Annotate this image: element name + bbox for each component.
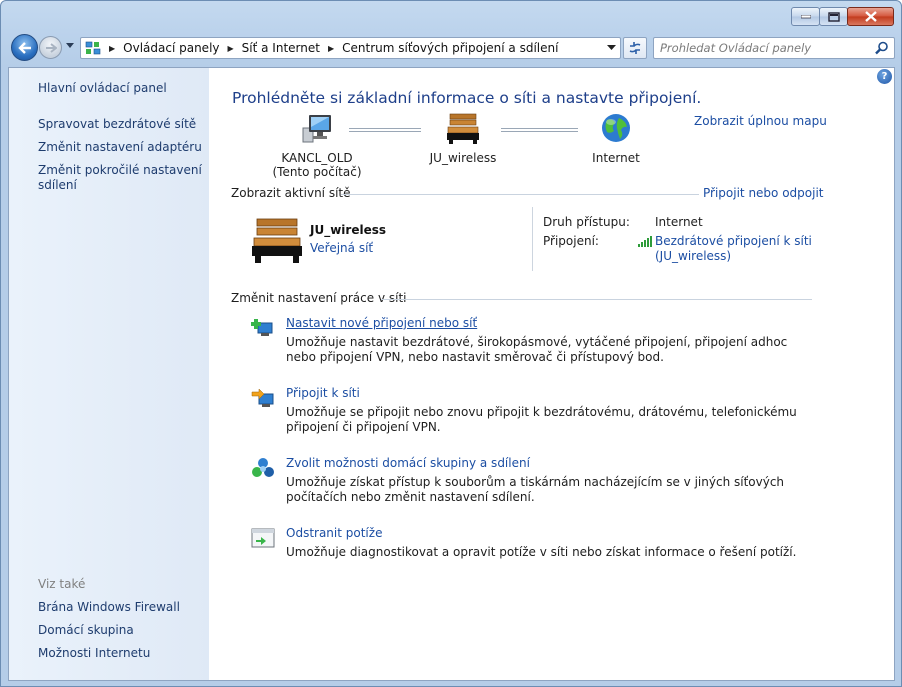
window-controls xyxy=(791,7,894,26)
content-area: Hlavní ovládací panel Spravovat bezdráto… xyxy=(8,67,895,681)
maximize-button[interactable] xyxy=(819,7,848,26)
help-icon[interactable]: ? xyxy=(877,69,892,84)
connect-disconnect-link[interactable]: Připojit nebo odpojit xyxy=(703,186,824,200)
forward-button[interactable] xyxy=(39,36,62,59)
homegroup-icon xyxy=(252,458,274,477)
forward-arrow-icon xyxy=(45,42,57,53)
section-divider xyxy=(341,194,699,195)
task-title-setup-connection[interactable]: Nastavit nové připojení nebo síť xyxy=(286,316,477,330)
network-name: JU_wireless xyxy=(429,151,497,165)
address-bar[interactable]: ▶ Ovládací panely ▶ Síť a Internet ▶ Cen… xyxy=(80,37,621,59)
task-connect-network: Připojit k síti Umožňuje se připojit neb… xyxy=(251,386,811,438)
maximize-icon xyxy=(827,11,840,22)
task-desc: Umožňuje se připojit nebo znovu připojit… xyxy=(286,405,797,434)
task-setup-connection: Nastavit nové připojení nebo síť Umožňuj… xyxy=(251,316,811,368)
section-divider xyxy=(381,299,812,300)
sidebar-item-advanced-sharing[interactable]: Změnit pokročilé nastavení sdílení xyxy=(38,163,206,193)
minimize-icon xyxy=(800,14,811,18)
close-button[interactable] xyxy=(847,7,894,26)
internet-label: Internet xyxy=(592,151,640,165)
breadcrumb-item[interactable]: Centrum síťových připojení a sdílení xyxy=(342,41,558,55)
network-center-icon xyxy=(85,41,101,55)
change-settings-header: Změnit nastavení práce v síti xyxy=(231,291,407,305)
task-desc: Umožňuje diagnostikovat a opravit potíže… xyxy=(286,545,797,559)
connect-network-icon xyxy=(251,388,274,407)
sidebar-item-firewall[interactable]: Brána Windows Firewall xyxy=(38,600,206,615)
search-box xyxy=(653,37,895,59)
full-map-link[interactable]: Zobrazit úplnou mapu xyxy=(694,114,827,128)
breadcrumb: ▶ Ovládací panely ▶ Síť a Internet ▶ Cen… xyxy=(101,41,558,55)
task-title-homegroup[interactable]: Zvolit možnosti domácí skupiny a sdílení xyxy=(286,456,530,470)
computer-name: KANCL_OLD xyxy=(281,151,353,165)
sidebar-item-control-panel-home[interactable]: Hlavní ovládací panel xyxy=(38,81,206,96)
connection-link[interactable]: Bezdrátové připojení k síti (JU_wireless… xyxy=(655,234,812,264)
troubleshoot-icon xyxy=(251,528,275,548)
active-network-name: JU_wireless xyxy=(310,223,387,237)
close-icon xyxy=(864,11,877,22)
map-node-computer[interactable]: KANCL_OLD (Tento počítač) xyxy=(267,112,367,179)
task-desc: Umožňuje získat přístup k souborům a tis… xyxy=(286,475,785,504)
computer-subtitle: (Tento počítač) xyxy=(272,165,362,179)
task-troubleshoot: Odstranit potíže Umožňuje diagnostikovat… xyxy=(251,526,811,566)
search-input[interactable] xyxy=(654,41,864,55)
globe-icon xyxy=(602,114,630,142)
sidebar-item-internet-options[interactable]: Možnosti Internetu xyxy=(38,646,206,661)
active-networks-header: Zobrazit aktivní sítě xyxy=(231,186,351,200)
page-title: Prohlédněte si základní informace o síti… xyxy=(232,89,702,107)
minimize-button[interactable] xyxy=(791,7,820,26)
map-node-network[interactable]: JU_wireless xyxy=(413,112,513,165)
computer-icon xyxy=(302,115,331,143)
vertical-divider xyxy=(532,207,533,271)
task-desc: Umožňuje nastavit bezdrátové, širokopásm… xyxy=(286,335,788,364)
sidebar-item-homegroup[interactable]: Domácí skupina xyxy=(38,623,206,638)
sidebar-item-adapter-settings[interactable]: Změnit nastavení adaptéru xyxy=(38,140,206,155)
see-also-label: Viz také xyxy=(38,577,86,591)
search-icon[interactable] xyxy=(875,41,889,55)
map-connection-line xyxy=(349,128,421,132)
connection-link-line2[interactable]: (JU_wireless) xyxy=(655,249,812,264)
connections-label: Připojení: xyxy=(543,234,599,248)
back-button[interactable] xyxy=(11,34,38,61)
public-network-bench-icon xyxy=(447,113,479,144)
task-title-troubleshoot[interactable]: Odstranit potíže xyxy=(286,526,382,540)
new-connection-icon xyxy=(251,319,273,336)
sidebar-item-manage-wireless[interactable]: Spravovat bezdrátové sítě xyxy=(38,117,206,132)
task-title-connect-network[interactable]: Připojit k síti xyxy=(286,386,360,400)
network-type-link[interactable]: Veřejná síť xyxy=(310,241,373,255)
connection-link-line1[interactable]: Bezdrátové připojení k síti xyxy=(655,234,812,249)
window: ▶ Ovládací panely ▶ Síť a Internet ▶ Cen… xyxy=(0,0,902,687)
public-network-bench-icon xyxy=(252,218,302,263)
sidebar: Hlavní ovládací panel Spravovat bezdráto… xyxy=(9,68,209,680)
address-dropdown-icon[interactable] xyxy=(607,45,616,50)
breadcrumb-separator-icon[interactable]: ▶ xyxy=(109,44,115,53)
map-node-internet[interactable]: Internet xyxy=(566,112,666,165)
access-type-value: Internet xyxy=(655,215,703,229)
breadcrumb-separator-icon[interactable]: ▶ xyxy=(328,44,334,53)
back-arrow-icon xyxy=(17,41,31,54)
refresh-button[interactable] xyxy=(623,37,647,59)
task-homegroup: Zvolit možnosti domácí skupiny a sdílení… xyxy=(251,456,811,508)
navigation-bar: ▶ Ovládací panely ▶ Síť a Internet ▶ Cen… xyxy=(9,34,895,61)
breadcrumb-separator-icon[interactable]: ▶ xyxy=(228,44,234,53)
breadcrumb-item[interactable]: Ovládací panely xyxy=(123,41,219,55)
history-dropdown-icon[interactable] xyxy=(66,43,74,48)
breadcrumb-item[interactable]: Síť a Internet xyxy=(242,41,320,55)
main-panel: ? Prohlédněte si základní informace o sí… xyxy=(209,68,894,680)
signal-strength-icon xyxy=(638,236,652,247)
access-type-label: Druh přístupu: xyxy=(543,215,630,229)
refresh-icon xyxy=(629,42,641,54)
